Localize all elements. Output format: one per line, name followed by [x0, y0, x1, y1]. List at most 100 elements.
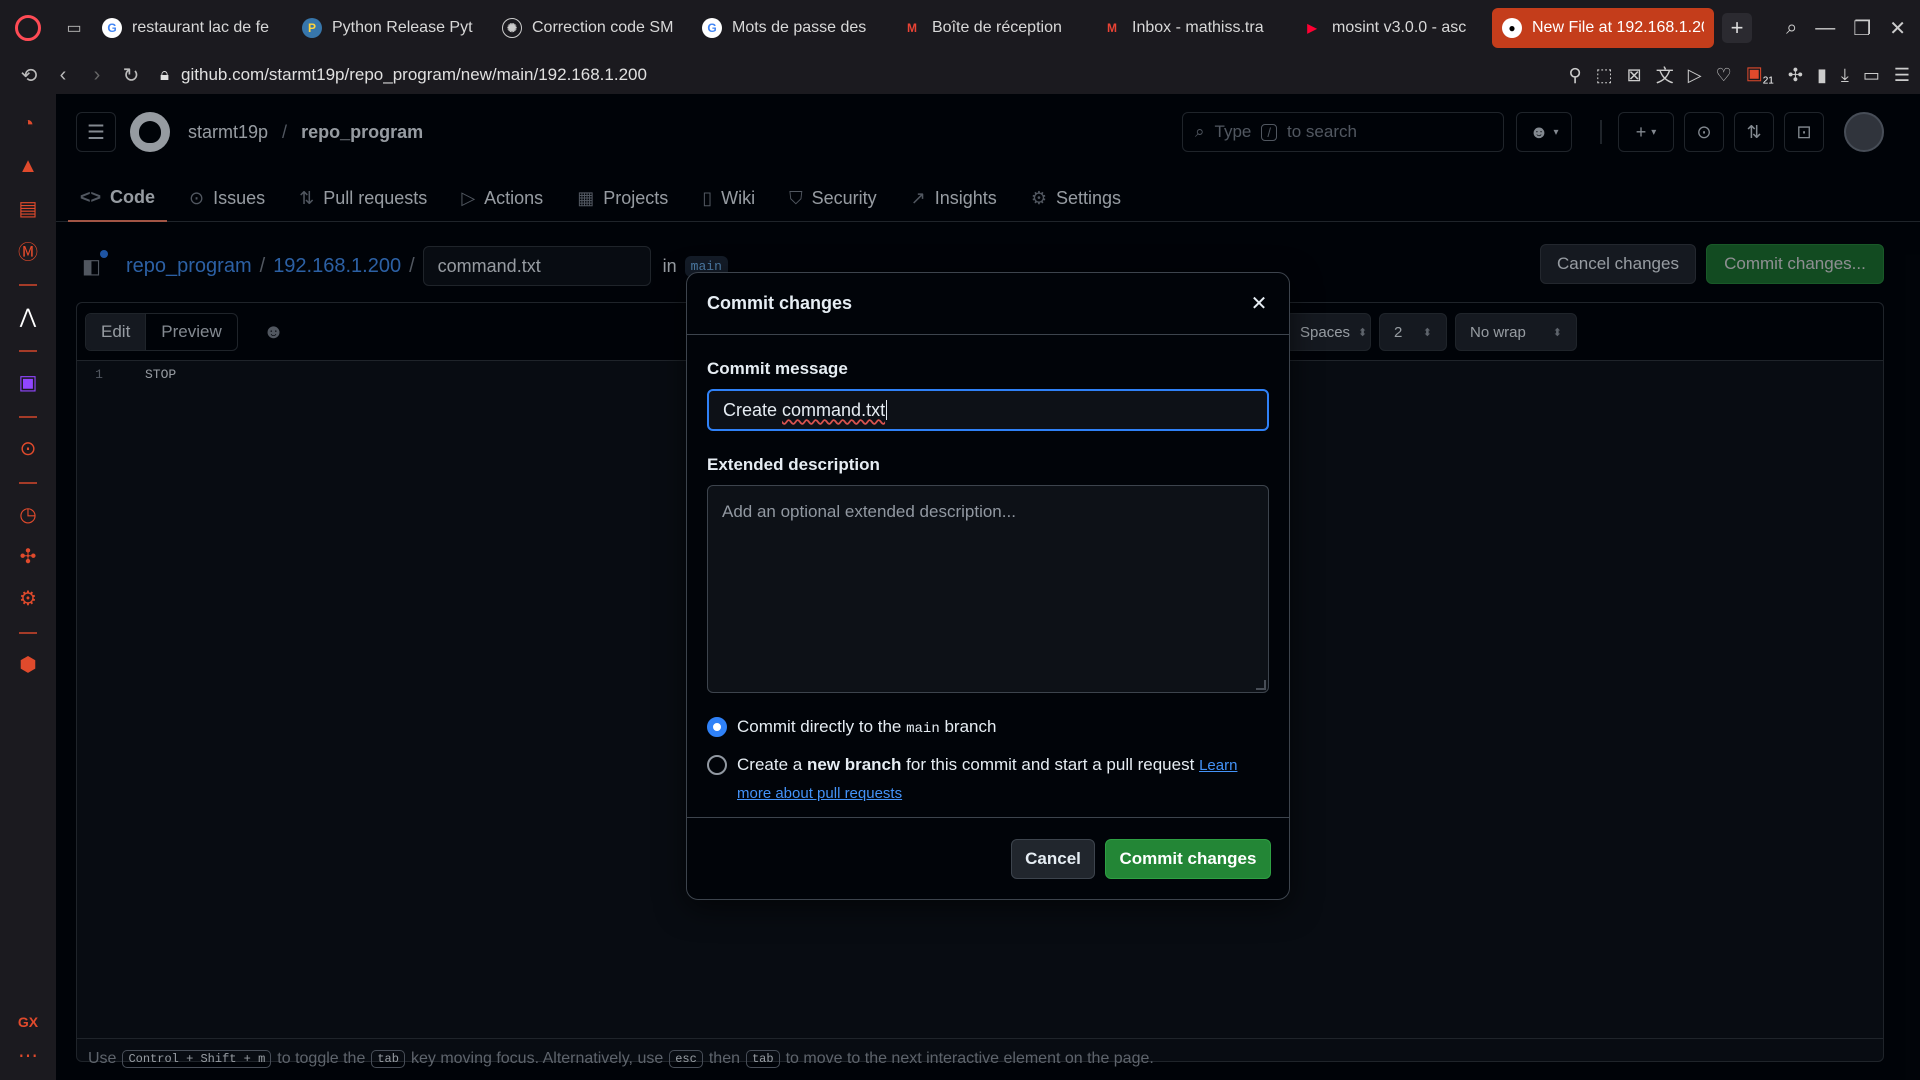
pin-icon[interactable]: ⚲: [1568, 65, 1581, 86]
branch-name: main: [906, 721, 940, 737]
dialog-header: Commit changes ✕: [687, 273, 1289, 335]
github-icon: ●: [1502, 18, 1522, 38]
workspaces-icon[interactable]: ▭: [56, 18, 92, 38]
google-icon: G: [102, 18, 122, 38]
sidebar-divider: [19, 416, 37, 418]
reload-button[interactable]: ↻: [114, 63, 148, 88]
more-icon[interactable]: ⋯: [18, 1043, 38, 1068]
url-text: github.com/starmt19p/repo_program/new/ma…: [181, 65, 647, 84]
sidebar-divider: [19, 284, 37, 286]
description-placeholder: Add an optional extended description...: [722, 502, 1016, 521]
new-branch-option[interactable]: Create a new branch for this commit and …: [707, 751, 1269, 807]
twitch-icon[interactable]: ▣: [16, 370, 40, 394]
extension-badge-count: 21: [1762, 75, 1774, 87]
extension-badge-icon[interactable]: ▣21: [1746, 63, 1774, 87]
restore-icon[interactable]: ❐: [1853, 16, 1871, 41]
radio-direct[interactable]: [707, 717, 727, 737]
send-icon[interactable]: ▷: [1688, 65, 1702, 86]
commit-message-prefix: Create: [723, 399, 783, 420]
browser-tab[interactable]: ▶ mosint v3.0.0 - asc: [1292, 8, 1490, 48]
battery-icon[interactable]: ▭: [1863, 65, 1880, 86]
text-caret: [886, 400, 888, 420]
commit-dialog: Commit changes ✕ Commit message Create c…: [686, 272, 1290, 900]
settings-icon[interactable]: ⚙: [16, 586, 40, 610]
close-icon[interactable]: ✕: [1247, 291, 1271, 316]
tab-label: mosint v3.0.0 - asc: [1332, 19, 1467, 36]
sidebar-divider: [19, 482, 37, 484]
dialog-body: Commit message Create command.txt Extend…: [687, 359, 1289, 807]
browser-tab[interactable]: ✺ Correction code SM: [492, 8, 690, 48]
python-icon: P: [302, 18, 322, 38]
resize-handle-icon[interactable]: [1256, 680, 1266, 690]
browser-tab-bar: ▭ Grestaurant lac de fe P Python Release …: [0, 0, 1920, 56]
extensions-icon[interactable]: ✣: [16, 544, 40, 568]
download-icon[interactable]: ⤓: [1841, 65, 1849, 86]
adblock-icon[interactable]: ⊠: [1627, 65, 1642, 86]
extension-icons: ⚲ ⬚ ⊠ 文 ▷ ♡ ▣21 ✣ ▮ ⤓ ▭ ☰: [1568, 56, 1910, 94]
browser-tab[interactable]: M Boîte de réception: [892, 8, 1090, 48]
tab-label: New File at 192.168.1.200: [1532, 19, 1704, 36]
reload-alt-icon[interactable]: ⟲: [12, 63, 46, 88]
puzzle-icon[interactable]: ✣: [1788, 65, 1803, 86]
tab-label: Inbox - mathiss.tra: [1132, 19, 1264, 36]
translate-icon[interactable]: 文: [1656, 62, 1674, 88]
option-text: Commit directly to the: [737, 717, 902, 736]
search-tabs-icon[interactable]: ⌕: [1786, 17, 1797, 40]
commit-changes-button[interactable]: Commit changes: [1105, 838, 1271, 879]
browser-tab-active[interactable]: ● New File at 192.168.1.200: [1492, 8, 1714, 48]
forward-button[interactable]: ›: [80, 64, 114, 87]
history-icon[interactable]: ◷: [16, 502, 40, 526]
browser-sidebar: ◔ ▲ ▤ Ⓜ ⋀ ▣ ⊙ ◷ ✣ ⚙ ⬢ GX ⋯: [0, 94, 56, 1080]
new-tab-button[interactable]: +: [1722, 13, 1752, 43]
speed-dial-icon[interactable]: ◔: [16, 112, 40, 136]
mail-m-icon[interactable]: Ⓜ: [16, 238, 40, 264]
cancel-button[interactable]: Cancel: [1011, 838, 1095, 879]
gmail-icon: M: [1107, 21, 1117, 35]
snapshot-icon[interactable]: ⬚: [1596, 65, 1613, 86]
dialog-footer: Cancel Commit changes: [687, 817, 1289, 899]
menu-icon[interactable]: ☰: [1894, 65, 1910, 86]
google-icon: G: [702, 18, 722, 38]
gx-logo-icon: GX: [17, 1014, 39, 1030]
tab-label: Python Release Pyt: [332, 19, 473, 36]
heart-icon[interactable]: ♡: [1716, 65, 1732, 86]
shield-badge-icon[interactable]: ⬢: [16, 652, 40, 676]
commit-message-filename: command.txt: [782, 399, 886, 420]
back-button[interactable]: ‹: [46, 64, 80, 87]
news-icon[interactable]: ▤: [16, 196, 40, 220]
aria-icon[interactable]: ⋀: [16, 304, 40, 328]
address-bar: ⟲ ‹ › ↻ 🔒︎ github.com/starmt19p/repo_pro…: [0, 56, 1920, 94]
commit-message-label: Commit message: [707, 359, 848, 378]
sidebar-divider: [19, 350, 37, 352]
browser-tab[interactable]: Grestaurant lac de fe: [92, 8, 290, 48]
sidebar-divider: [19, 632, 37, 634]
option-text: Create a: [737, 755, 803, 774]
description-textarea[interactable]: Add an optional extended description...: [707, 485, 1269, 693]
commit-direct-option[interactable]: Commit directly to the main branch: [707, 713, 1269, 743]
dialog-title: Commit changes: [707, 293, 853, 313]
tab-label: Mots de passe des: [732, 19, 867, 36]
browser-tab[interactable]: P Python Release Pyt: [292, 8, 490, 48]
browser-tab[interactable]: M Inbox - mathiss.tra: [1092, 8, 1290, 48]
option-text: for this commit and start a pull request: [906, 755, 1195, 774]
close-icon[interactable]: ✕: [1889, 16, 1906, 41]
openai-icon: ✺: [502, 18, 522, 38]
player-icon[interactable]: ⊙: [16, 436, 40, 460]
play-icon: ▶: [1307, 21, 1317, 35]
radio-new-branch[interactable]: [707, 755, 727, 775]
option-bold-text: new branch: [806, 755, 902, 774]
option-text: branch: [944, 717, 997, 736]
browser-tab[interactable]: G Mots de passe des: [692, 8, 890, 48]
profile-icon[interactable]: ▮: [1817, 65, 1827, 86]
commit-message-input[interactable]: Create command.txt: [707, 389, 1269, 431]
url-field[interactable]: 🔒︎ github.com/starmt19p/repo_program/new…: [160, 65, 647, 85]
window-controls: ⌕ — ❐ ✕: [1786, 0, 1920, 56]
description-label: Extended description: [707, 455, 880, 474]
lock-icon: 🔒︎: [160, 65, 170, 84]
gmail-icon: M: [907, 21, 917, 35]
minimize-icon[interactable]: —: [1815, 17, 1835, 40]
tab-label: Correction code SM: [532, 19, 674, 36]
opera-logo-icon[interactable]: [0, 0, 56, 56]
gx-corner-icon[interactable]: ▲: [16, 154, 40, 178]
tab-label: restaurant lac de fe: [132, 19, 269, 36]
